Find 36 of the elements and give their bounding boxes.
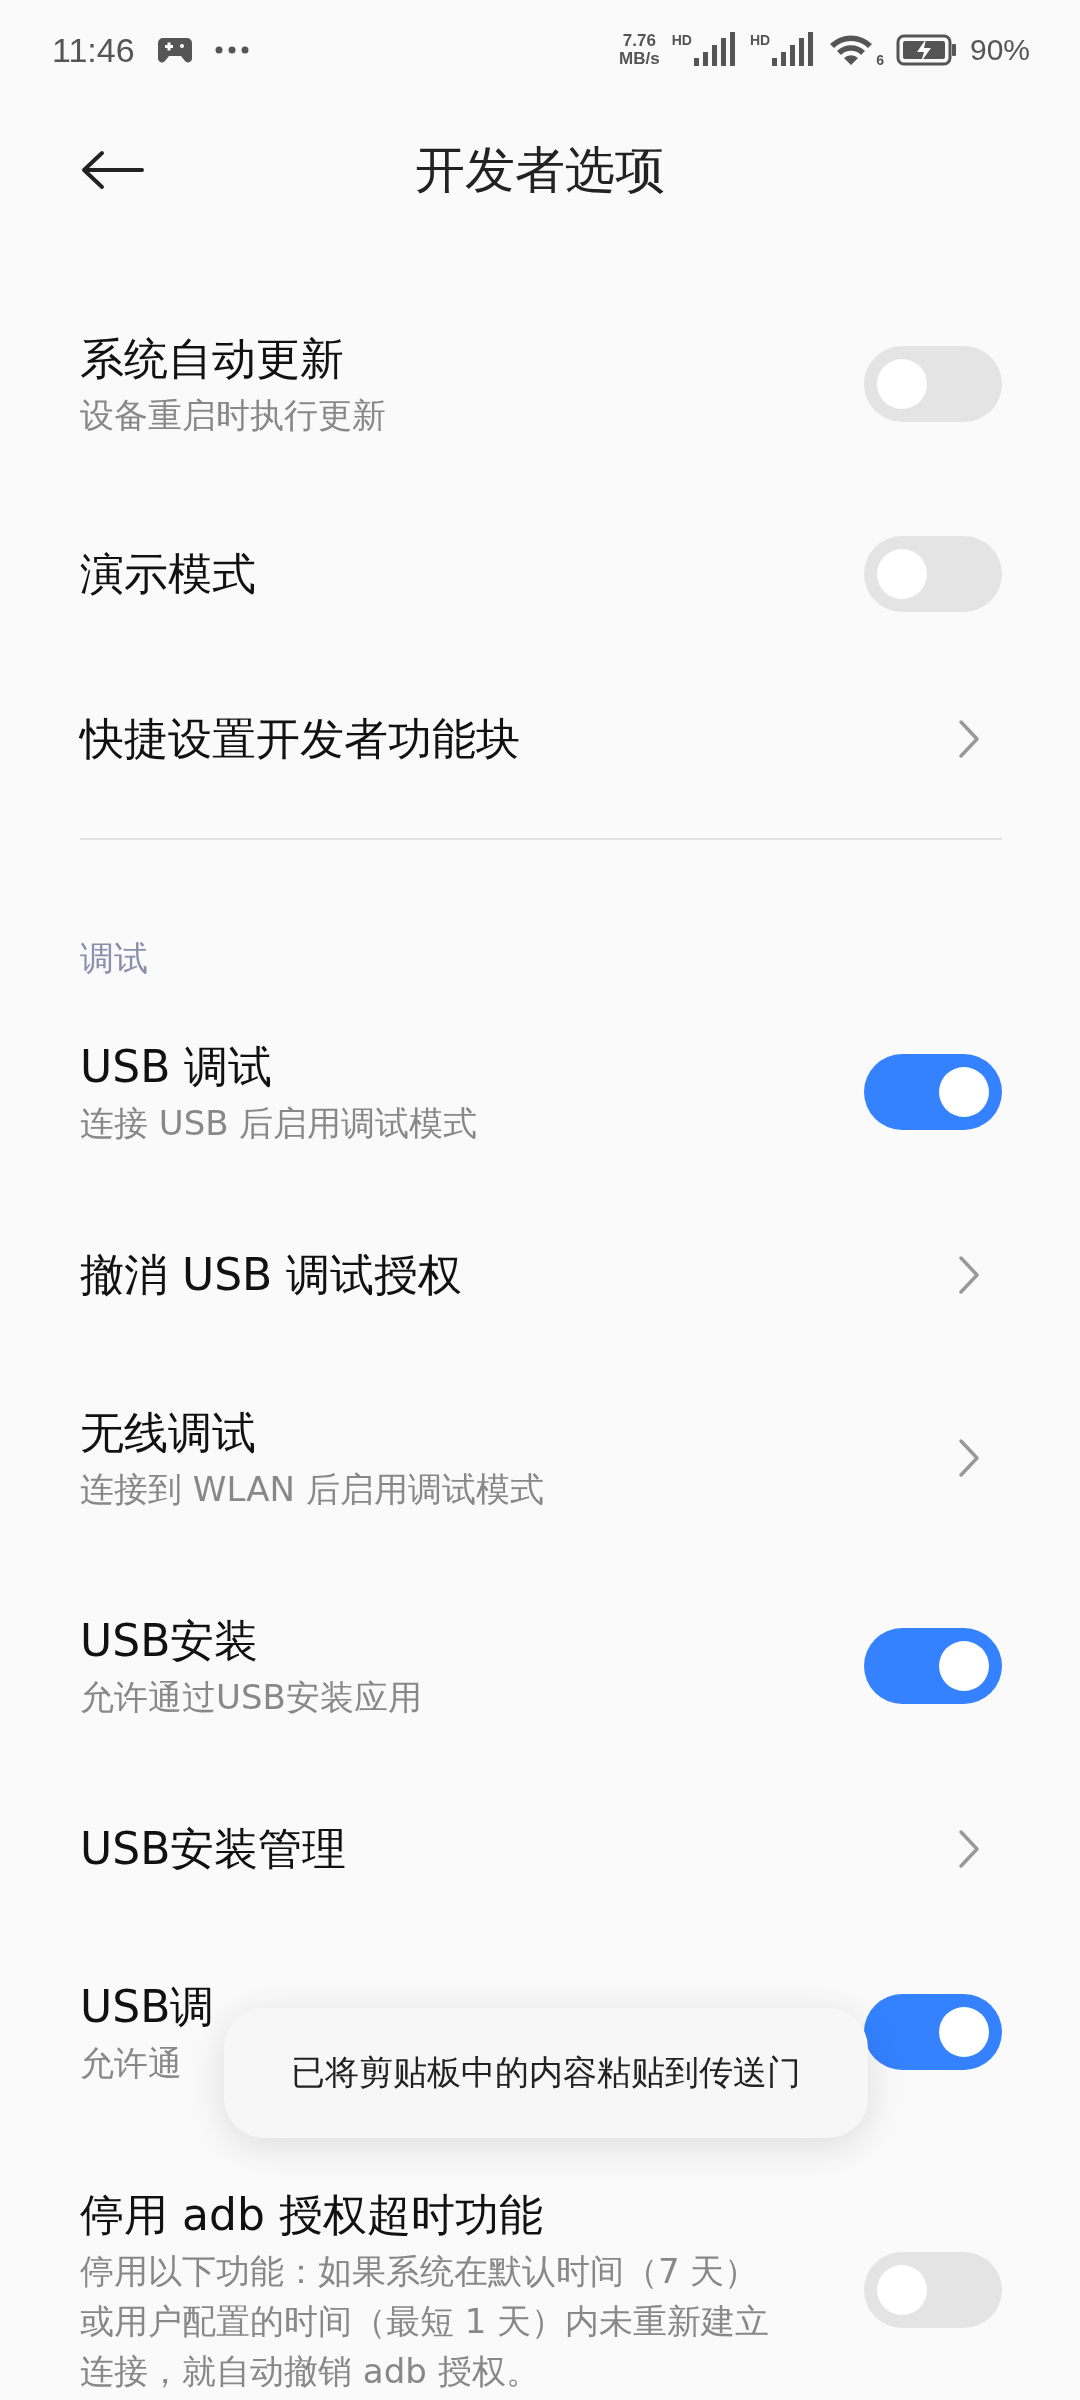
setting-description: 允许通过USB安装应用 bbox=[80, 1676, 422, 1719]
setting-description: 连接 USB 后启用调试模式 bbox=[80, 1102, 478, 1145]
chevron-right-icon bbox=[958, 1255, 980, 1295]
page-title: 开发者选项 bbox=[415, 139, 665, 201]
battery-charging-icon bbox=[895, 33, 958, 67]
setting-title: USB调 bbox=[80, 1980, 215, 2034]
chevron-right-icon bbox=[958, 719, 980, 759]
setting-title: 无线调试 bbox=[80, 1406, 257, 1460]
network-speed: MB/s bbox=[619, 50, 660, 68]
setting-description: 停用以下功能：如果系统在默认时间（7 天）或用户配置的时间（最短 1 天）内未重新建立连接，就自动撤销 adb 授权。 bbox=[80, 2250, 770, 2393]
gamepad-icon bbox=[156, 36, 193, 64]
setting-title: 撤消 USB 调试授权 bbox=[80, 1248, 463, 1302]
clock-time: 11:46 bbox=[52, 30, 135, 70]
signal-icon bbox=[693, 32, 738, 68]
network-type-label: HD bbox=[671, 32, 692, 48]
network-type-label: HD bbox=[749, 32, 771, 48]
setting-description: 允许通 bbox=[80, 2042, 183, 2085]
setting-title: 快捷设置开发者功能块 bbox=[80, 712, 520, 766]
section-header: 调试 bbox=[79, 937, 149, 980]
setting-title: USB 调试 bbox=[80, 1040, 274, 1094]
back-arrow-icon bbox=[80, 150, 144, 190]
more-dots-icon bbox=[214, 46, 249, 54]
setting-title: USB安装 bbox=[80, 1614, 260, 1668]
battery-level: 90% bbox=[969, 33, 1030, 67]
setting-description: 设备重启时执行更新 bbox=[80, 394, 386, 437]
setting-description: 连接到 WLAN 后启用调试模式 bbox=[80, 1468, 544, 1511]
setting-title: 系统自动更新 bbox=[80, 332, 345, 386]
setting-title: USB安装管理 bbox=[80, 1822, 347, 1876]
chevron-right-icon bbox=[958, 1438, 980, 1478]
setting-title: 停用 adb 授权超时功能 bbox=[80, 2188, 544, 2242]
network-speed: 7.76 bbox=[622, 32, 656, 50]
wifi-icon bbox=[828, 32, 875, 68]
clipboard-toast: 已将剪贴板中的内容粘贴到传送门 bbox=[224, 2008, 868, 2138]
setting-title: 演示模式 bbox=[80, 547, 256, 601]
wifi-label: 6 bbox=[876, 52, 884, 68]
chevron-right-icon bbox=[958, 1829, 980, 1869]
